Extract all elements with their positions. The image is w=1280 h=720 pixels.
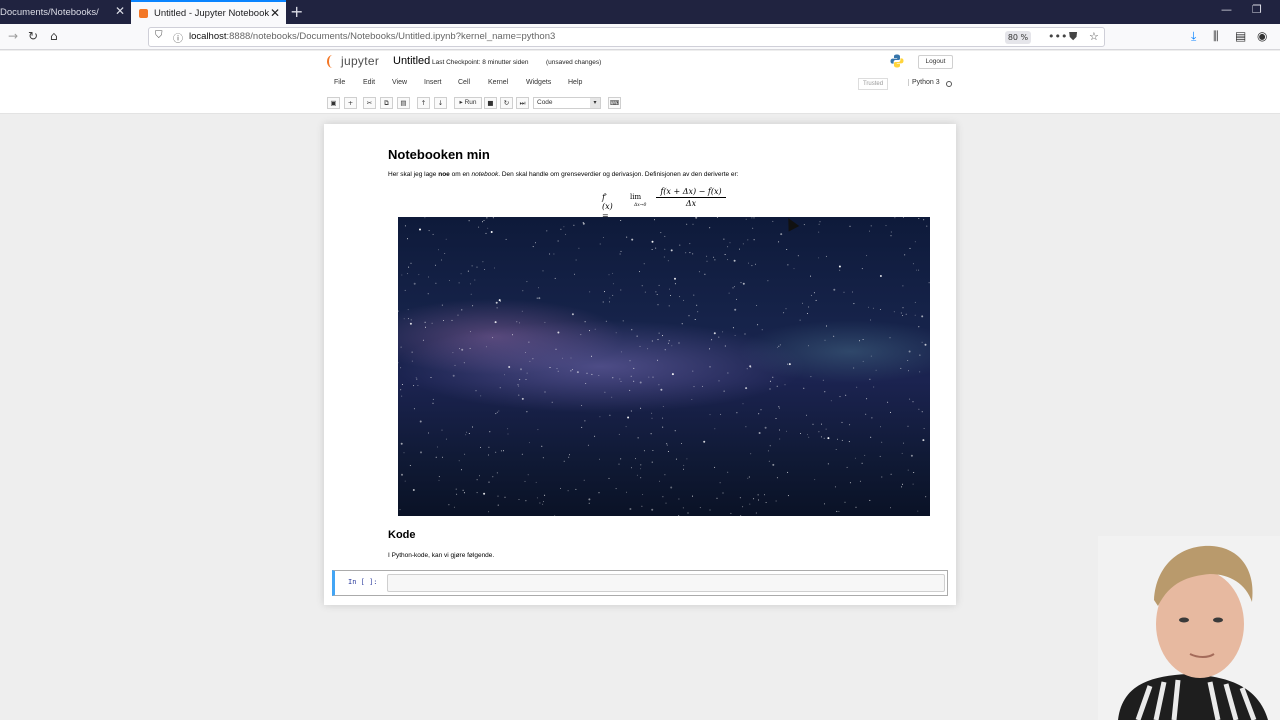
- jupyter-logo-icon: [327, 54, 338, 68]
- insert-cell-icon[interactable]: +: [344, 97, 357, 109]
- markdown-paragraph: Her skal jeg lage noe om en notebook. De…: [388, 171, 739, 178]
- logout-button[interactable]: Logout: [918, 55, 953, 69]
- chevron-down-icon: ▾: [590, 98, 600, 108]
- url-text: localhost:8888/notebooks/Documents/Noteb…: [189, 31, 556, 42]
- menu-view[interactable]: View: [392, 79, 407, 86]
- jupyter-header: jupyter Untitled Last Checkpoint: 8 minu…: [0, 51, 1280, 114]
- sidebar-icon[interactable]: ▤: [1235, 29, 1246, 43]
- menu-file[interactable]: File: [334, 79, 345, 86]
- forward-icon[interactable]: →: [8, 29, 18, 43]
- python-logo-icon: [890, 54, 904, 68]
- reload-icon[interactable]: ↻: [28, 29, 38, 43]
- milky-way-image: [398, 217, 930, 516]
- last-checkpoint: Last Checkpoint: 8 minutter siden: [432, 59, 529, 66]
- info-icon[interactable]: ⓘ: [173, 30, 183, 45]
- unsaved-changes-indicator: (unsaved changes): [546, 59, 602, 66]
- move-up-icon[interactable]: ↑: [417, 97, 430, 109]
- jupyter-logo[interactable]: jupyter: [327, 54, 379, 68]
- notebook-container: Notebooken min Her skal jeg lage noe om …: [324, 124, 956, 605]
- tab-notebooks-folder[interactable]: Documents/Notebooks/ ✕: [0, 0, 131, 24]
- paste-icon[interactable]: ▤: [397, 97, 410, 109]
- copy-icon[interactable]: ⧉: [380, 97, 393, 109]
- trusted-indicator[interactable]: Trusted: [858, 78, 888, 90]
- fast-forward-icon[interactable]: ⏭: [516, 97, 529, 109]
- cell-type-select[interactable]: Code ▾: [533, 97, 601, 109]
- markdown-heading-1: Notebooken min: [388, 147, 490, 162]
- stop-icon[interactable]: ■: [484, 97, 497, 109]
- home-icon[interactable]: ⌂: [50, 29, 58, 43]
- save-icon[interactable]: ▣: [327, 97, 340, 109]
- restart-icon[interactable]: ↻: [500, 97, 513, 109]
- tab-label: Documents/Notebooks/: [0, 6, 99, 18]
- kernel-idle-icon: [946, 81, 952, 87]
- menu-help[interactable]: Help: [568, 79, 582, 86]
- tab-untitled-notebook[interactable]: Untitled - Jupyter Notebook ✕: [131, 0, 286, 24]
- notebook-name[interactable]: Untitled: [393, 55, 430, 67]
- input-prompt: In [ ]:: [348, 578, 378, 586]
- close-icon[interactable]: ✕: [270, 6, 280, 20]
- close-icon[interactable]: ✕: [115, 4, 125, 18]
- run-button[interactable]: ▸ Run: [454, 97, 482, 109]
- account-icon[interactable]: ◉: [1257, 29, 1267, 43]
- download-icon[interactable]: ⤓: [1191, 29, 1196, 44]
- markdown-heading-2: Kode: [388, 529, 416, 541]
- browser-nav-bar: → ↻ ⌂ ⛉ ⓘ localhost:8888/notebooks/Docum…: [0, 24, 1280, 50]
- library-icon[interactable]: ⫼: [1213, 29, 1219, 44]
- zoom-level[interactable]: 80 %: [1005, 31, 1031, 44]
- minimize-icon[interactable]: —: [1221, 3, 1232, 16]
- menu-widgets[interactable]: Widgets: [526, 79, 551, 86]
- jupyter-logo-text: jupyter: [341, 54, 380, 68]
- shield-icon[interactable]: ⛉: [155, 30, 163, 41]
- kernel-name: Python 3: [908, 79, 940, 86]
- tab-label: Untitled - Jupyter Notebook: [154, 7, 270, 19]
- menu-edit[interactable]: Edit: [363, 79, 375, 86]
- code-editor[interactable]: [387, 574, 945, 592]
- code-cell[interactable]: In [ ]:: [332, 570, 948, 596]
- presenter-webcam: [1098, 536, 1280, 720]
- menu-kernel[interactable]: Kernel: [488, 79, 508, 86]
- star-field: [398, 217, 930, 516]
- cut-icon[interactable]: ✂: [363, 97, 376, 109]
- markdown-paragraph-2: I Python-kode, kan vi gjøre følgende.: [388, 552, 495, 559]
- menu-bar: File Edit View Insert Cell Kernel Widget…: [325, 78, 955, 92]
- bookmark-star-icon[interactable]: ☆: [1089, 30, 1099, 43]
- menu-cell[interactable]: Cell: [458, 79, 470, 86]
- restore-icon[interactable]: ❐: [1252, 3, 1262, 16]
- keyboard-icon[interactable]: ⌨: [608, 97, 621, 109]
- new-tab-icon[interactable]: +: [290, 2, 303, 21]
- menu-insert[interactable]: Insert: [424, 79, 442, 86]
- url-bar[interactable]: ⛉ ⓘ localhost:8888/notebooks/Documents/N…: [148, 27, 1105, 47]
- pocket-icon[interactable]: ⛊: [1069, 30, 1077, 44]
- browser-tab-strip: Documents/Notebooks/ ✕ Untitled - Jupyte…: [0, 0, 1280, 24]
- more-actions-icon[interactable]: •••: [1048, 30, 1067, 43]
- jupyter-favicon-icon: [139, 8, 148, 18]
- move-down-icon[interactable]: ↓: [434, 97, 447, 109]
